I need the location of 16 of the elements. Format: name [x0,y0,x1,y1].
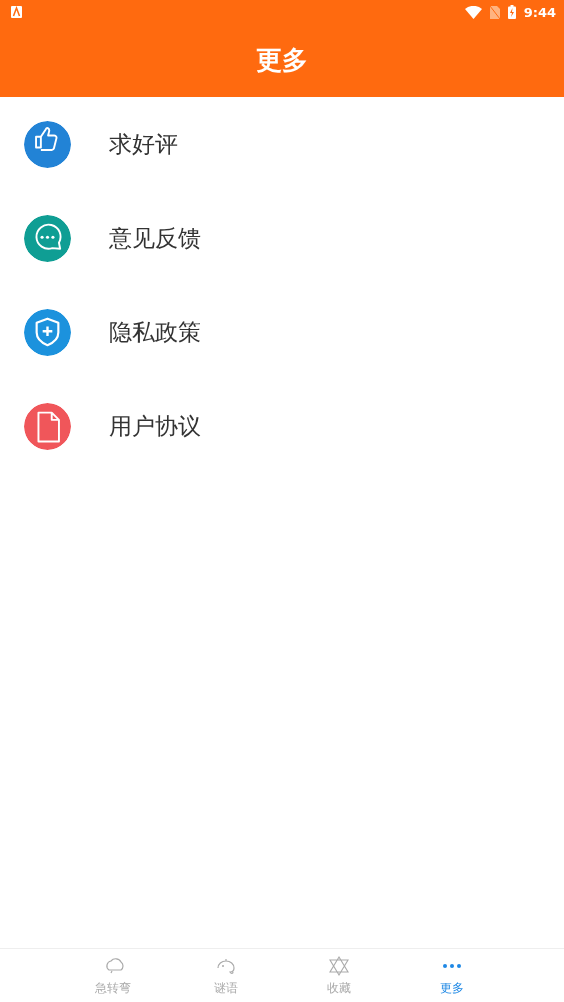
menu-item-icon[interactable] [24,214,71,262]
status-time: 9:44 [523,4,556,20]
menu-item-label[interactable]: 用户协议 [109,410,201,442]
app-notification-icon [11,6,22,18]
no-sim-icon [489,5,500,19]
menu-item-icon[interactable] [24,120,71,168]
menu-item-label[interactable]: 隐私政策 [109,316,201,348]
menu-item-label[interactable]: 意见反馈 [109,222,201,254]
page-title: 更多 [256,44,308,77]
tab[interactable]: 更多 [395,949,508,1002]
menu-item-icon[interactable] [24,402,71,450]
menu-item-icon[interactable] [24,308,71,356]
wifi-icon [464,5,482,19]
star-icon[interactable] [326,954,351,978]
battery-charging-icon [507,5,516,19]
menu-item-label[interactable]: 求好评 [109,128,178,160]
